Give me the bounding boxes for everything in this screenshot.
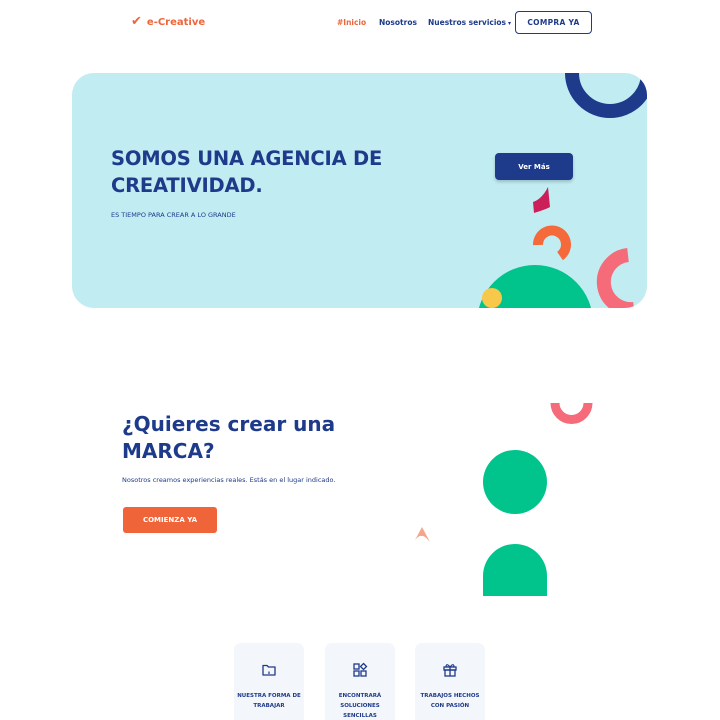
nav-link-servicios[interactable]: Nuestros servicios ▾ bbox=[428, 18, 511, 27]
navy-ring-shape bbox=[565, 73, 647, 118]
brand-decorative-shapes bbox=[415, 402, 593, 596]
feature-card-passion[interactable]: TRABAJOS HECHOS CON PASIÓN bbox=[415, 643, 485, 720]
brand-name: e-Creative bbox=[146, 16, 206, 28]
grid-shapes-icon bbox=[353, 662, 368, 677]
pink-arc-shape bbox=[550, 402, 593, 424]
hero-subtitle: ES TIEMPO PARA CREAR A LO GRANDE bbox=[111, 211, 236, 219]
navbar: ✔ e-Creative #Inicio Nosotros Nuestros s… bbox=[0, 0, 720, 45]
buy-now-button[interactable]: COMPRA YA bbox=[515, 11, 592, 34]
see-more-button[interactable]: Ver Más bbox=[495, 153, 573, 180]
orange-ring-shape bbox=[533, 225, 571, 261]
caret-down-icon: ▾ bbox=[508, 20, 512, 27]
green-half-circle-shape bbox=[483, 544, 547, 596]
nav-link-servicios-label: Nuestros servicios bbox=[428, 18, 507, 27]
feature-label: TRABAJOS HECHOS CON PASIÓN bbox=[420, 693, 480, 709]
feature-card-solutions[interactable]: ENCONTRARÁ SOLUCIONES SENCILLAS bbox=[325, 643, 395, 720]
nav-link-nosotros[interactable]: Nosotros bbox=[379, 18, 417, 27]
brand-section-text: Nosotros creamos experiencias reales. Es… bbox=[122, 476, 336, 484]
brand-logo[interactable]: ✔ e-Creative bbox=[131, 15, 205, 29]
yellow-circle-shape bbox=[482, 288, 502, 308]
nav-link-inicio[interactable]: #Inicio bbox=[337, 18, 366, 27]
gift-icon bbox=[443, 664, 457, 677]
magenta-wedge-shape bbox=[533, 187, 550, 213]
hero-banner: SOMOS UNA AGENCIA DE CREATIVIDAD. ES TIE… bbox=[72, 73, 647, 308]
folder-icon bbox=[262, 664, 276, 676]
feature-label: NUESTRA FORMA DE TRABAJAR bbox=[237, 693, 301, 709]
feature-label: ENCONTRARÁ SOLUCIONES SENCILLAS bbox=[338, 693, 382, 719]
start-now-button[interactable]: COMIENZA YA bbox=[123, 507, 217, 533]
peach-shard-shape bbox=[415, 527, 430, 542]
green-circle-top-shape bbox=[483, 450, 547, 514]
brand-section-title: ¿Quieres crear una MARCA? bbox=[122, 412, 336, 463]
feature-card-work[interactable]: NUESTRA FORMA DE TRABAJAR bbox=[234, 643, 304, 720]
hero-title: SOMOS UNA AGENCIA DE CREATIVIDAD. bbox=[111, 147, 383, 197]
pink-ring-shape bbox=[596, 248, 634, 308]
check-icon: ✔ bbox=[131, 14, 142, 29]
